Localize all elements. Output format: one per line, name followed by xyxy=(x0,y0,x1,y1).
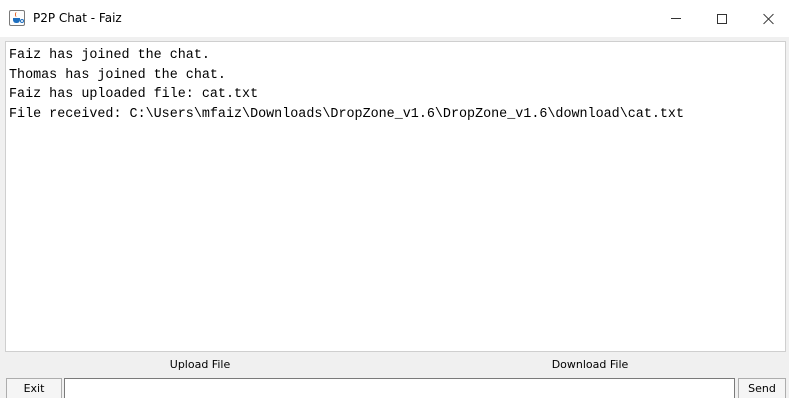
chat-log[interactable]: Faiz has joined the chat. Thomas has joi… xyxy=(5,41,786,352)
title-bar[interactable]: P2P Chat - Faiz xyxy=(0,0,789,37)
minimize-button[interactable] xyxy=(653,0,699,37)
download-file-button[interactable]: Download File xyxy=(395,354,785,376)
chat-message: File received: C:\Users\mfaiz\Downloads\… xyxy=(9,106,684,122)
close-button[interactable] xyxy=(745,0,789,37)
chat-message: Faiz has uploaded file: cat.txt xyxy=(9,87,259,102)
maximize-icon xyxy=(717,13,727,24)
input-row: Exit Send xyxy=(0,378,789,398)
upload-file-button[interactable]: Upload File xyxy=(5,354,395,376)
send-button[interactable]: Send xyxy=(738,378,786,398)
chat-message: Thomas has joined the chat. xyxy=(9,67,226,83)
message-input[interactable] xyxy=(64,378,735,398)
maximize-button[interactable] xyxy=(699,0,745,37)
exit-button[interactable]: Exit xyxy=(6,378,62,398)
java-cup-icon xyxy=(9,10,25,26)
chat-message: Faiz has joined the chat. xyxy=(9,48,210,63)
close-icon xyxy=(762,13,774,25)
p2p-chat-window: P2P Chat - Faiz Faiz has joined the chat… xyxy=(0,0,789,398)
minimize-icon xyxy=(671,18,681,19)
window-title: P2P Chat - Faiz xyxy=(33,11,122,25)
